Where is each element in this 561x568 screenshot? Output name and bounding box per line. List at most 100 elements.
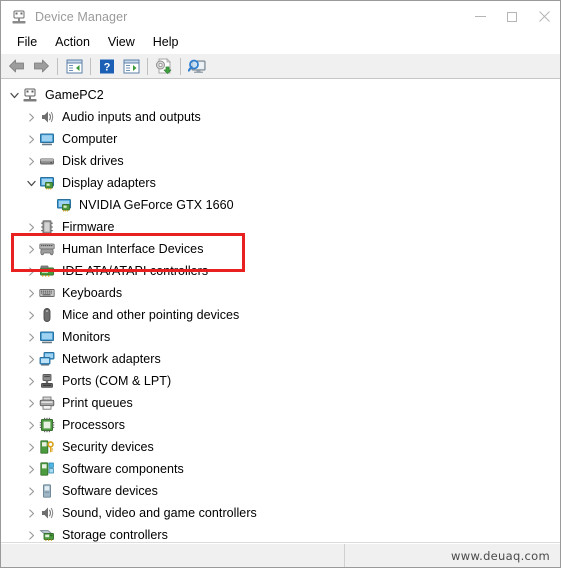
port-connector-icon (39, 373, 55, 389)
display-adapter-icon (39, 175, 55, 191)
tree-node-ports-com-lpt[interactable]: Ports (COM & LPT) (1, 370, 560, 392)
tree-node-label: NVIDIA GeForce GTX 1660 (79, 198, 234, 212)
tree-node-label: GamePC2 (45, 88, 104, 102)
watermark-text: www.deuaq.com (451, 548, 550, 563)
tree-node-nvidia-geforce-gtx-1660[interactable]: NVIDIA GeForce GTX 1660 (1, 194, 560, 216)
update-driver-button[interactable] (152, 55, 176, 77)
tree-node-computer[interactable]: Computer (1, 128, 560, 150)
speaker-icon (39, 109, 55, 125)
chevron-right-icon[interactable] (23, 458, 39, 480)
tree-node-ide-ata-atapi-controllers[interactable]: IDE ATA/ATAPI controllers (1, 260, 560, 282)
tree-node-software-devices[interactable]: Software devices (1, 480, 560, 502)
tree-node-audio-inputs-and-outputs[interactable]: Audio inputs and outputs (1, 106, 560, 128)
chevron-right-icon[interactable] (23, 304, 39, 326)
tree-node-human-interface-devices[interactable]: Human Interface Devices (1, 238, 560, 260)
tree-node-disk-drives[interactable]: Disk drives (1, 150, 560, 172)
tree-node-security-devices[interactable]: Security devices (1, 436, 560, 458)
toolbar-separator-4 (180, 57, 181, 75)
mouse-icon (39, 307, 55, 323)
tree-node-processors[interactable]: Processors (1, 414, 560, 436)
tree-node-display-adapters[interactable]: Display adapters (1, 172, 560, 194)
tree-node-label: Mice and other pointing devices (62, 308, 240, 322)
tree-node-label: Monitors (62, 330, 111, 344)
chevron-right-icon[interactable] (23, 260, 39, 282)
tree-node-monitors[interactable]: Monitors (1, 326, 560, 348)
tree-node-network-adapters[interactable]: Network adapters (1, 348, 560, 370)
status-message-pane (1, 544, 345, 567)
statusbar: www.deuaq.com (1, 543, 560, 567)
computer-root-icon (22, 87, 38, 103)
chevron-right-icon[interactable] (23, 326, 39, 348)
toolbar-separator-1 (57, 57, 58, 75)
tree-node-label: Audio inputs and outputs (62, 110, 201, 124)
back-button[interactable] (5, 55, 29, 77)
tree-node-label: Display adapters (62, 176, 156, 190)
chevron-right-icon[interactable] (23, 414, 39, 436)
monitor-icon (39, 329, 55, 345)
menu-file[interactable]: File (8, 34, 46, 51)
tree-node-label: Keyboards (62, 286, 123, 300)
chevron-right-icon[interactable] (23, 436, 39, 458)
close-button[interactable] (528, 1, 560, 32)
hid-gamepad-icon (39, 241, 55, 257)
chevron-right-icon[interactable] (23, 216, 39, 238)
ide-controller-icon (39, 263, 55, 279)
processor-icon (39, 417, 55, 433)
tree-node-label: IDE ATA/ATAPI controllers (62, 264, 209, 278)
firmware-chip-icon (39, 219, 55, 235)
tree-node-label: Computer (62, 132, 118, 146)
keyboard-icon (39, 285, 55, 301)
tree-node-label: Ports (COM & LPT) (62, 374, 172, 388)
tree-node-label: Processors (62, 418, 126, 432)
chevron-right-icon[interactable] (23, 238, 39, 260)
menu-view[interactable]: View (99, 34, 144, 51)
chevron-right-icon[interactable] (23, 106, 39, 128)
tree-node-firmware[interactable]: Firmware (1, 216, 560, 238)
tree-node-label: Print queues (62, 396, 133, 410)
tree-node-keyboards[interactable]: Keyboards (1, 282, 560, 304)
chevron-right-icon[interactable] (23, 392, 39, 414)
tree-node-print-queues[interactable]: Print queues (1, 392, 560, 414)
disk-drive-icon (39, 153, 55, 169)
update-driver-icon (156, 58, 172, 74)
minimize-button[interactable] (464, 1, 496, 32)
forward-arrow-icon (34, 59, 49, 73)
chevron-right-icon[interactable] (23, 150, 39, 172)
chevron-right-icon[interactable] (23, 348, 39, 370)
tree-node-sound-video-and-game-controllers[interactable]: Sound, video and game controllers (1, 502, 560, 524)
chevron-down-icon[interactable] (6, 84, 22, 106)
chevron-right-icon[interactable] (23, 370, 39, 392)
device-tree-panel[interactable]: GamePC2 Audio inputs and outputs Compute… (1, 79, 560, 543)
chevron-down-icon[interactable] (23, 172, 39, 194)
properties-window-icon (123, 59, 139, 73)
chevron-right-icon[interactable] (23, 480, 39, 502)
device-manager-icon (11, 9, 27, 25)
tree-node-gamepc2[interactable]: GamePC2 (1, 84, 560, 106)
scan-monitor-icon (188, 59, 206, 73)
monitor-icon (39, 131, 55, 147)
tree-node-storage-controllers[interactable]: Storage controllers (1, 524, 560, 542)
titlebar: Device Manager (1, 1, 560, 32)
forward-button[interactable] (29, 55, 53, 77)
back-arrow-icon (9, 59, 24, 73)
chevron-right-icon[interactable] (23, 282, 39, 304)
tree-node-label: Storage controllers (62, 528, 168, 542)
tree-node-label: Security devices (62, 440, 154, 454)
device-tree: GamePC2 Audio inputs and outputs Compute… (1, 84, 560, 542)
show-hide-console-tree-button[interactable] (62, 55, 86, 77)
scan-hardware-changes-button[interactable] (185, 55, 209, 77)
tree-node-label: Disk drives (62, 154, 124, 168)
chevron-right-icon[interactable] (23, 128, 39, 150)
properties-button[interactable] (119, 55, 143, 77)
menu-help[interactable]: Help (144, 34, 188, 51)
tree-node-mice-and-other-pointing-devices[interactable]: Mice and other pointing devices (1, 304, 560, 326)
tree-node-software-components[interactable]: Software components (1, 458, 560, 480)
chevron-right-icon[interactable] (23, 502, 39, 524)
help-button[interactable]: ? (95, 55, 119, 77)
maximize-button[interactable] (496, 1, 528, 32)
network-adapter-icon (39, 351, 55, 367)
tree-node-label: Sound, video and game controllers (62, 506, 257, 520)
display-adapter-icon (56, 197, 72, 213)
chevron-right-icon[interactable] (23, 524, 39, 542)
menu-action[interactable]: Action (46, 34, 99, 51)
